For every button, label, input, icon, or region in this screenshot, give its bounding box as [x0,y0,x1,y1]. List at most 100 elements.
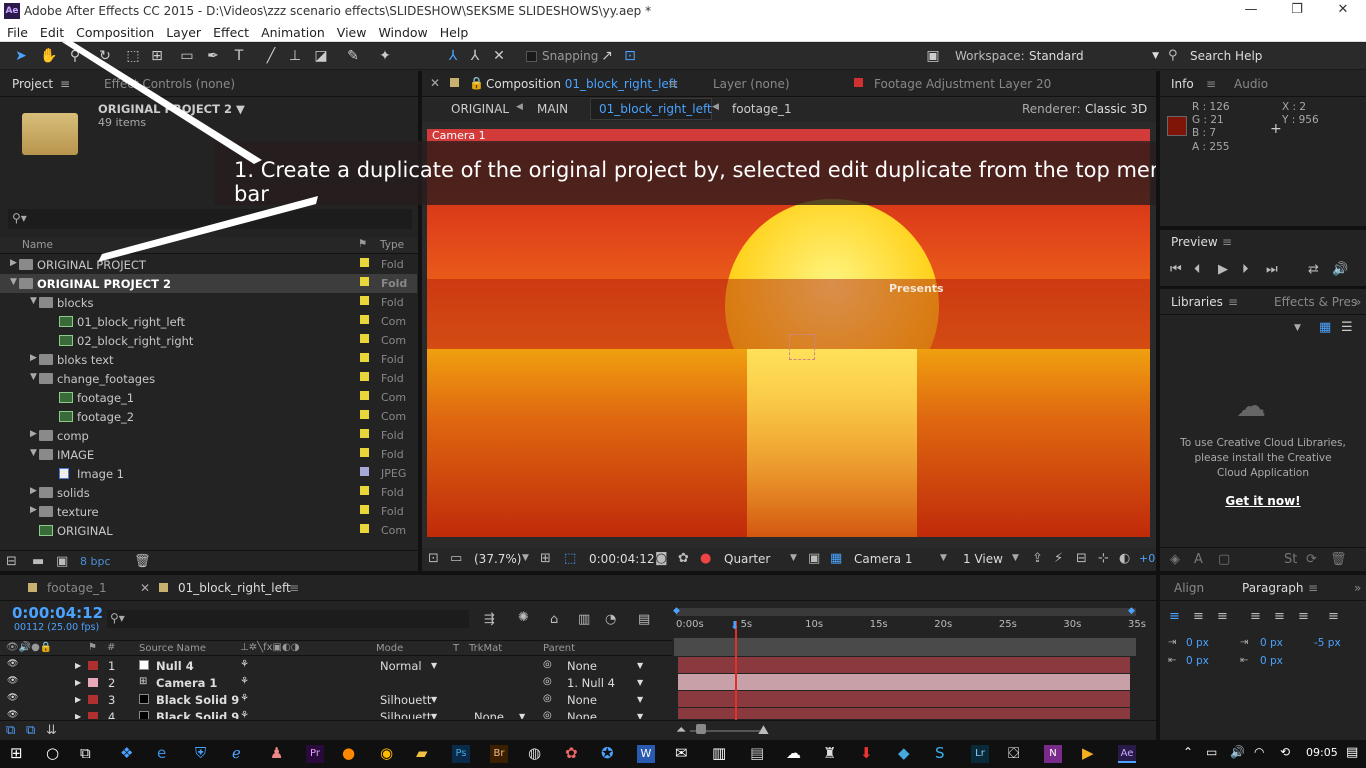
ie-icon[interactable]: ℯ [232,744,241,762]
panel-overflow-icon[interactable]: » [1354,295,1361,309]
defender-icon[interactable]: ⛨ [195,744,206,762]
edge-icon[interactable]: e [157,744,166,762]
menu-edit[interactable]: Edit [33,22,69,40]
menu-composition[interactable]: Composition [69,22,159,40]
project-search-input[interactable]: ⚲▾ [8,209,412,229]
playhead-icon[interactable]: ⬇ [730,619,739,632]
tab-footage[interactable]: Footage Adjustment Layer 20 [874,77,1051,91]
chrome-icon[interactable]: ◉ [380,744,393,762]
project-item[interactable]: footage_1 Com [0,388,417,407]
null-layer-box[interactable] [789,334,815,360]
tab-project[interactable]: Project [12,77,53,91]
app-icon-7[interactable]: ◆ [898,744,910,762]
label-swatch[interactable] [360,372,369,381]
add-text-icon[interactable]: A [1194,552,1203,567]
play-icon[interactable]: ▶ [1218,262,1228,277]
media-icon[interactable]: ▶ [1082,744,1094,762]
collapse-triangle-icon[interactable]: ▶ [30,353,37,363]
align-right-icon[interactable]: ≡ [1217,609,1228,624]
tab-01-block-right-left[interactable]: 01_block_right_left [178,581,291,595]
panel-menu-icon[interactable]: ≡ [289,581,299,595]
first-frame-icon[interactable]: ⏮ [1170,262,1182,277]
label-swatch[interactable] [360,353,369,362]
action-center-icon[interactable]: ▤ [1346,745,1358,760]
panel-menu-icon[interactable]: ≡ [668,77,678,91]
menu-help[interactable]: Help [433,22,474,40]
tab-preview[interactable]: Preview [1171,235,1218,249]
expand-triangle-icon[interactable]: ▼ [30,296,37,306]
project-item[interactable]: ▶ texture Fold [0,502,417,521]
label-swatch[interactable] [360,467,369,476]
expand-layer-icon[interactable]: ▶ [75,661,81,670]
space-after-value[interactable]: 0 px [1260,655,1283,667]
label-swatch[interactable] [360,296,369,305]
align-left-icon[interactable]: ≡ [1169,609,1180,624]
premiere-icon[interactable]: Pr [306,745,324,763]
layer-row[interactable]: 👁 ▶ 3 Black Solid 9 ⚘ Silhouett ▼ ◎ None ▼ [0,691,1156,708]
word-icon[interactable]: W [637,745,655,763]
project-item[interactable]: ▼ blocks Fold [0,293,417,312]
skype-icon[interactable]: S [935,744,945,762]
lock-icon[interactable]: 🔒 [469,76,484,90]
panel-menu-icon[interactable]: ≡ [60,77,70,91]
collapse-triangle-icon[interactable]: ▶ [30,505,37,515]
menu-effect[interactable]: Effect [206,22,254,40]
photoshop-icon[interactable]: Ps [452,745,470,763]
menu-layer[interactable]: Layer [159,22,206,40]
visibility-eye-icon[interactable]: 👁 [7,659,18,669]
close-icon[interactable]: ✕ [1320,2,1366,20]
minimize-icon[interactable]: — [1228,2,1274,20]
type-tool-icon[interactable]: T [230,47,248,65]
shy-icon[interactable]: ⚘ [240,659,249,670]
project-item[interactable]: Image 1 JPEG [0,464,417,483]
store-icon[interactable]: ⛋ [1008,744,1019,762]
layer-label-swatch[interactable] [88,678,98,687]
restore-icon[interactable]: ❐ [1274,2,1320,20]
graph-editor-icon[interactable]: ▤ [638,612,650,627]
column-type[interactable]: Type [380,239,404,251]
pickwhip-icon[interactable]: ◎ [543,659,552,670]
tab-footage-1[interactable]: footage_1 [47,581,107,595]
search-help-input[interactable]: Search Help [1190,49,1262,63]
time-navigator[interactable] [674,638,1136,656]
label-column-icon[interactable]: ⚑ [358,238,367,250]
layer-row[interactable]: 👁 ▶ 2 ⊞ Camera 1 ⚘ ◎ 1. Null 4 ▼ [0,674,1156,691]
comp-mini-flowchart-icon[interactable]: ⇶ [484,612,495,627]
add-graphic-icon[interactable]: ▢ [1218,552,1230,567]
transparency-grid-icon[interactable]: ▦ [830,551,842,566]
get-it-now-link[interactable]: Get it now! [1178,494,1348,508]
work-area-bar[interactable]: ◆ ◆ [673,606,1136,616]
app-icon-6[interactable]: ♜ [823,744,836,762]
region-of-interest-icon[interactable]: ▣ [808,551,820,566]
sync-tray-icon[interactable]: ⟲ [1280,745,1290,759]
snapping-checkbox[interactable] [526,51,537,62]
lightroom-icon[interactable]: Lr [971,745,989,763]
reset-exposure-icon[interactable]: ◐ [1119,551,1130,566]
expand-layer-icon[interactable]: ▶ [75,712,81,719]
layer-name[interactable]: Camera 1 [156,676,217,690]
layer-row[interactable]: 👁 ▶ 1 Null 4 ⚘ Normal ▼ ◎ None ▼ [0,657,1156,674]
label-swatch[interactable] [360,524,369,533]
tray-chevron-icon[interactable]: ⌃ [1183,745,1193,759]
tab-composition[interactable]: Composition 01_block_right_left [486,77,678,91]
motion-blur-icon[interactable]: ◔ [605,612,616,627]
project-name[interactable]: ORIGINAL PROJECT 2 ▼ [98,102,245,116]
sync-icon[interactable]: ⟳ [1306,552,1317,567]
zoom-in-icon[interactable]: ⛰ [758,723,769,738]
expand-triangle-icon[interactable]: ▼ [10,277,17,287]
pan-behind-tool-icon[interactable]: ⊞ [148,47,166,65]
project-item[interactable]: footage_2 Com [0,407,417,426]
label-swatch[interactable] [360,315,369,324]
layer-label-swatch[interactable] [88,661,98,670]
parent-select[interactable]: None [567,693,597,707]
expand-triangle-icon[interactable]: ▼ [30,372,37,382]
current-time-indicator[interactable] [735,621,737,721]
interpret-footage-icon[interactable]: ⊟ [6,554,17,569]
panel-overflow-icon[interactable]: » [1354,581,1361,595]
rotate-tool-icon[interactable]: ↻ [96,47,114,65]
app-icon[interactable]: ♟ [270,744,283,762]
zoom-tool-icon[interactable]: ⚲ [66,47,84,65]
zoom-slider-thumb[interactable] [696,724,706,734]
app-icon-3[interactable]: ✿ [565,744,578,762]
workspace-select[interactable]: Standard ▼ [1029,49,1159,63]
